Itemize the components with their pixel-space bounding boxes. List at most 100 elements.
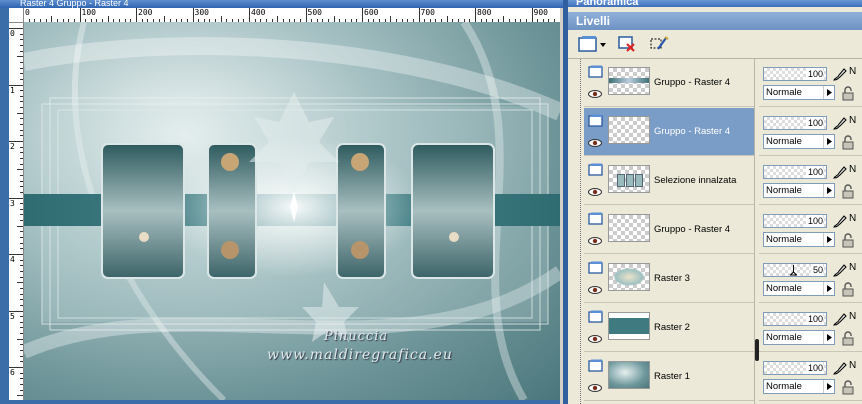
raster-layer-icon [588, 163, 603, 176]
ruler-minor-tick [20, 316, 23, 318]
visibility-eye-icon[interactable] [588, 188, 602, 196]
ruler-label: 900 [533, 8, 548, 17]
blend-mode-select[interactable]: Normale [763, 85, 835, 100]
lock-icon[interactable] [841, 134, 855, 150]
blend-mode-select[interactable]: Normale [763, 232, 835, 247]
brush-icon[interactable] [831, 262, 847, 278]
ruler-minor-tick [17, 282, 23, 284]
layer-row[interactable]: Raster 2 [584, 304, 754, 352]
ruler-label: 2 [10, 142, 15, 151]
layer-row[interactable]: Gruppo - Raster 4 [584, 206, 754, 254]
delete-layer-icon [618, 36, 635, 52]
brush-icon[interactable] [831, 115, 847, 131]
ruler-minor-tick [20, 276, 23, 278]
layers-header[interactable]: Livelli [568, 12, 862, 30]
visibility-eye-icon[interactable] [588, 384, 602, 392]
layer-row[interactable]: Raster 1 [584, 353, 754, 401]
ruler-minor-tick [17, 338, 23, 340]
ruler-label: 800 [477, 8, 492, 17]
layer-properties-row: 100 N Normale [759, 157, 862, 205]
layer-row[interactable]: Selezione innalzata [584, 157, 754, 205]
layer-thumbnail [608, 263, 650, 291]
image-window-titlebar[interactable]: Raster 4 Gruppo - Raster 4 [0, 0, 563, 8]
ruler-label: 4 [10, 255, 15, 264]
brush-icon[interactable] [831, 66, 847, 82]
brush-icon[interactable] [831, 360, 847, 376]
visibility-eye-icon[interactable] [588, 286, 602, 294]
ruler-minor-tick [20, 242, 23, 244]
blend-mode-select[interactable]: Normale [763, 330, 835, 345]
brush-icon[interactable] [831, 311, 847, 327]
visibility-eye-icon[interactable] [588, 90, 602, 98]
ruler-label: 6 [10, 368, 15, 377]
blend-mode-value: Normale [766, 234, 802, 245]
lock-icon[interactable] [841, 183, 855, 199]
ruler-minor-tick [20, 186, 23, 188]
overview-titlebar[interactable]: Panoramica [568, 0, 862, 7]
lock-icon[interactable] [841, 232, 855, 248]
new-layer-button[interactable] [576, 34, 608, 54]
blend-mode-select[interactable]: Normale [763, 134, 835, 149]
opacity-slider[interactable]: 100 [763, 67, 827, 81]
opacity-slider[interactable]: 50 [763, 263, 827, 277]
brush-icon[interactable] [831, 164, 847, 180]
visibility-eye-icon[interactable] [588, 335, 602, 343]
ruler-minor-tick [20, 73, 23, 75]
visibility-eye-icon[interactable] [588, 237, 602, 245]
ruler-minor-tick [20, 248, 23, 250]
lock-icon[interactable] [841, 85, 855, 101]
ruler-minor-tick [20, 135, 23, 137]
blend-mode-value: Normale [766, 87, 802, 98]
ruler-minor-tick [20, 372, 23, 374]
visibility-eye-icon[interactable] [588, 139, 602, 147]
ruler-major-tick [249, 8, 250, 22]
new-raster-layer-icon [578, 36, 606, 52]
link-indicator: N [849, 262, 857, 273]
opacity-slider[interactable]: 100 [763, 165, 827, 179]
slider-thumb-icon[interactable] [790, 265, 797, 276]
ruler-label: 600 [364, 8, 379, 17]
opacity-value: 100 [805, 68, 823, 80]
lock-icon[interactable] [841, 330, 855, 346]
blend-mode-value: Normale [766, 332, 802, 343]
ruler-minor-tick [20, 333, 23, 335]
image-window: Raster 4 Gruppo - Raster 4 0 100 200 300 400… [0, 0, 563, 404]
layer-name: Raster 1 [654, 371, 690, 382]
layer-thumbnail [608, 67, 650, 95]
blend-mode-select[interactable]: Normale [763, 183, 835, 198]
opacity-slider[interactable]: 100 [763, 361, 827, 375]
ruler-minor-tick [20, 208, 23, 210]
layer-thumbnail [608, 361, 650, 389]
brush-icon[interactable] [831, 213, 847, 229]
layer-name: Gruppo - Raster 4 [654, 224, 731, 235]
blend-mode-select[interactable]: Normale [763, 281, 835, 296]
ruler-minor-tick [20, 355, 23, 357]
ruler-minor-tick [20, 378, 23, 380]
lock-icon[interactable] [841, 379, 855, 395]
opacity-slider[interactable]: 100 [763, 312, 827, 326]
delete-layer-button[interactable] [614, 34, 640, 54]
image-canvas[interactable]: Pinuccia www.maldiregrafica.eu [24, 22, 560, 400]
raster-layer-icon [588, 114, 603, 127]
layer-properties-row: 100 N Normale [759, 59, 862, 107]
link-indicator: N [849, 115, 857, 126]
ruler-label: 400 [251, 8, 266, 17]
layers-toolbar [568, 30, 862, 59]
opacity-slider[interactable]: 100 [763, 116, 827, 130]
raster-layer-icon [588, 310, 603, 323]
opacity-value: 100 [805, 362, 823, 374]
edit-selection-button[interactable] [646, 34, 672, 54]
lock-icon[interactable] [841, 281, 855, 297]
ruler-minor-tick [20, 95, 23, 97]
layer-row[interactable]: Raster 3 [584, 255, 754, 303]
opacity-value: 100 [805, 313, 823, 325]
blend-mode-value: Normale [766, 283, 802, 294]
layer-row[interactable]: Gruppo - Raster 4 [584, 108, 754, 156]
ruler-minor-tick [20, 101, 23, 103]
layer-row[interactable]: Gruppo - Raster 4 [584, 59, 754, 107]
ruler-minor-tick [20, 304, 23, 306]
opacity-slider[interactable]: 100 [763, 214, 827, 228]
blend-mode-select[interactable]: Normale [763, 379, 835, 394]
canvas-window-edge [560, 8, 563, 404]
opacity-value: 100 [805, 117, 823, 129]
